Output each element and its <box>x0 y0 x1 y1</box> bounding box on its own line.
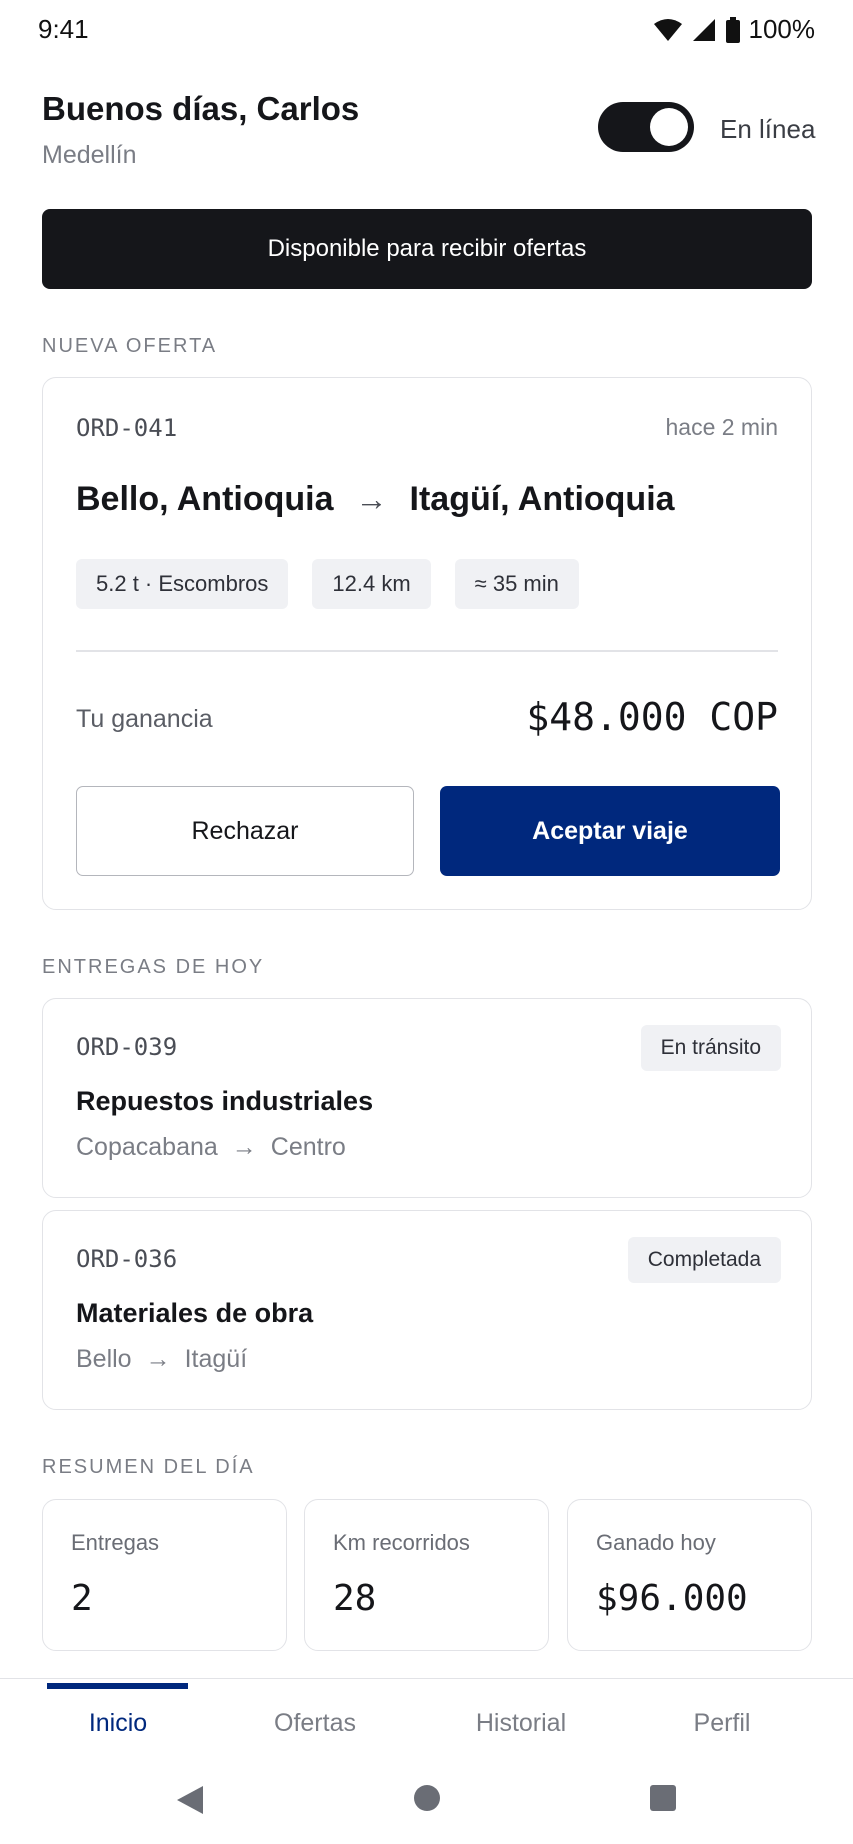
delivery-id: ORD-039 <box>76 1033 178 1061</box>
wifi-icon <box>653 18 682 41</box>
status-badge: En tránsito <box>640 1025 781 1071</box>
stat-value: 28 <box>333 1578 377 1619</box>
status-icons: 100% <box>653 14 816 45</box>
signal-icon <box>692 18 715 41</box>
nav-active-indicator <box>47 1683 188 1689</box>
city-label: Medellín <box>42 141 137 169</box>
offer-card: ORD-041 hace 2 min Bello, Antioquia → It… <box>42 377 812 910</box>
status-badge: Completada <box>627 1237 781 1283</box>
nav-tab-ofertas[interactable]: Ofertas <box>215 1709 415 1738</box>
delivery-card[interactable]: ORD-036 Completada Materiales de obra Be… <box>42 1210 812 1410</box>
delivery-route: Bello → Itagüí <box>76 1345 247 1374</box>
back-icon[interactable] <box>175 1784 205 1816</box>
arrow-right-icon: → <box>355 481 388 517</box>
home-icon[interactable] <box>413 1784 441 1812</box>
delivery-card[interactable]: ORD-039 En tránsito Repuestos industrial… <box>42 998 812 1198</box>
chip-load: 5.2 t · Escombros <box>76 559 289 609</box>
delivery-to: Centro <box>270 1133 346 1161</box>
delivery-from: Copacabana <box>76 1133 218 1161</box>
delivery-route: Copacabana → Centro <box>76 1133 346 1162</box>
stat-value: 2 <box>71 1578 93 1619</box>
nav-tab-historial[interactable]: Historial <box>421 1709 621 1738</box>
online-toggle[interactable] <box>598 102 694 152</box>
delivery-id: ORD-036 <box>76 1245 178 1273</box>
reject-button[interactable]: Rechazar <box>76 786 414 876</box>
availability-banner: Disponible para recibir ofertas <box>42 209 812 289</box>
nav-tab-inicio[interactable]: Inicio <box>18 1709 218 1738</box>
offer-chips: 5.2 t · Escombros 12.4 km ≈ 35 min <box>76 559 579 609</box>
delivery-to: Itagüí <box>184 1345 248 1373</box>
chip-duration: ≈ 35 min <box>454 559 579 609</box>
section-label-new-offer: NUEVA OFERTA <box>42 335 218 357</box>
accept-trip-button[interactable]: Aceptar viaje <box>440 786 780 876</box>
availability-banner-text: Disponible para recibir ofertas <box>267 235 587 262</box>
toggle-knob <box>650 108 688 146</box>
divider <box>76 650 778 652</box>
offer-destination: Itagüí, Antioquia <box>409 480 675 518</box>
nav-tab-perfil[interactable]: Perfil <box>622 1709 822 1738</box>
stat-card-earned: Ganado hoy $96.000 <box>567 1499 812 1651</box>
online-status-label: En línea <box>720 114 816 144</box>
arrow-right-icon: → <box>145 1345 171 1373</box>
stat-card-deliveries: Entregas 2 <box>42 1499 287 1651</box>
chip-distance: 12.4 km <box>312 559 431 609</box>
offer-route: Bello, Antioquia → Itagüí, Antioquia <box>76 480 675 519</box>
offer-id: ORD-041 <box>76 414 178 442</box>
offer-origin: Bello, Antioquia <box>76 480 334 518</box>
section-label-summary: RESUMEN DEL DÍA <box>42 1456 255 1478</box>
status-time: 9:41 <box>38 14 89 44</box>
stat-label: Entregas <box>71 1530 160 1555</box>
earnings-label: Tu ganancia <box>76 705 213 733</box>
recents-icon[interactable] <box>649 1784 677 1812</box>
battery-percent: 100% <box>748 14 816 44</box>
stat-label: Ganado hoy <box>596 1530 716 1555</box>
stat-value: $96.000 <box>596 1578 748 1619</box>
bottom-nav: Inicio Ofertas Historial Perfil <box>0 1678 853 1758</box>
status-bar: 9:41 100% <box>0 0 853 60</box>
battery-icon <box>725 16 740 43</box>
delivery-from: Bello <box>76 1345 132 1373</box>
system-nav-bar <box>0 1758 853 1844</box>
offer-time: hace 2 min <box>665 414 778 440</box>
arrow-right-icon: → <box>231 1133 257 1161</box>
section-label-deliveries: ENTREGAS DE HOY <box>42 956 265 978</box>
greeting-title: Buenos días, Carlos <box>42 90 360 127</box>
delivery-title: Materiales de obra <box>76 1298 314 1328</box>
earnings-value: $48.000 COP <box>526 695 778 739</box>
stat-label: Km recorridos <box>333 1530 470 1555</box>
delivery-title: Repuestos industriales <box>76 1086 374 1116</box>
stat-card-km: Km recorridos 28 <box>304 1499 549 1651</box>
